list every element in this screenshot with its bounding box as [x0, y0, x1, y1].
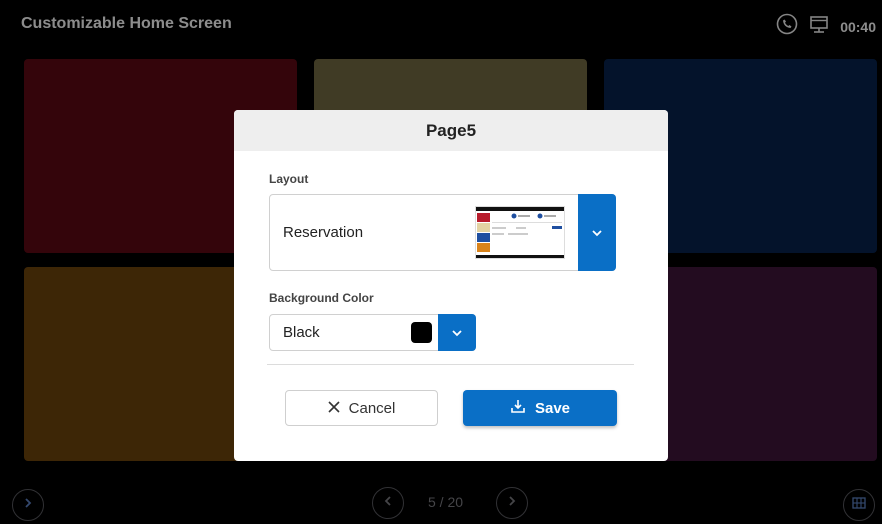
color-swatch	[411, 322, 432, 343]
background-color-label: Background Color	[269, 291, 374, 305]
save-button[interactable]: Save	[463, 390, 617, 426]
layout-dropdown-button[interactable]	[578, 194, 616, 271]
background-color-select[interactable]: Black	[269, 314, 476, 351]
cancel-button[interactable]: Cancel	[285, 390, 438, 426]
chevron-down-icon	[591, 224, 603, 242]
background-color-value: Black	[283, 324, 320, 341]
divider	[267, 364, 634, 365]
close-icon	[328, 400, 340, 417]
layout-value: Reservation	[283, 224, 364, 241]
page-settings-dialog: Page5 Layout Reservation Background Colo…	[234, 110, 668, 461]
save-label: Save	[534, 399, 571, 417]
layout-select[interactable]: Reservation	[269, 194, 616, 271]
layout-label: Layout	[269, 172, 309, 186]
layout-preview-thumbnail	[475, 206, 565, 259]
background-color-dropdown-button[interactable]	[438, 314, 476, 351]
chevron-down-icon	[451, 324, 463, 342]
cancel-label: Cancel	[348, 399, 396, 417]
dialog-title: Page5	[234, 110, 668, 151]
download-icon	[510, 398, 526, 418]
